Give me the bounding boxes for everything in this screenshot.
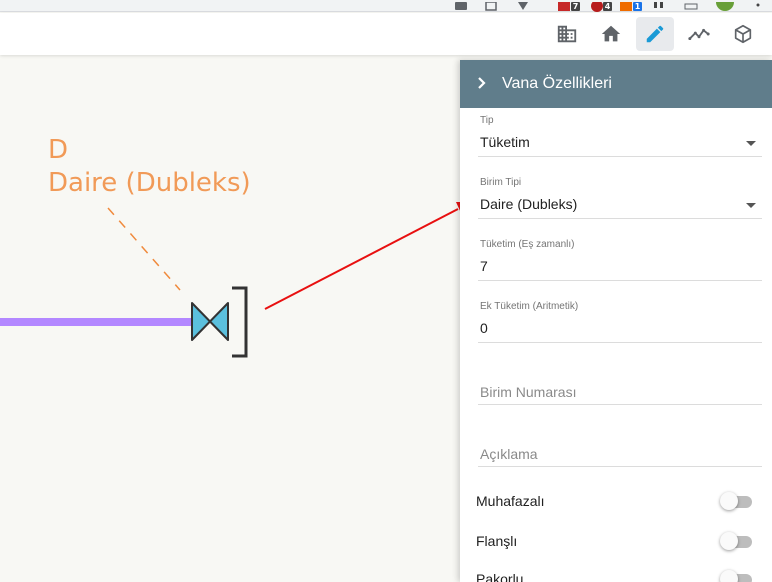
birim-tipi-value: Daire (Dubleks) [480,196,578,212]
chevron-right-icon[interactable] [474,75,490,91]
bookmark-star-icon[interactable] [516,0,530,11]
extension-1-badge: 7 [571,2,580,11]
chevron-down-icon [746,203,756,208]
line-chart-icon [688,28,710,41]
home-icon [601,25,621,42]
window-icon[interactable] [484,0,498,11]
pakorlu-toggle[interactable] [720,570,754,582]
extension-2-icon[interactable]: 4 [590,0,612,12]
profile-avatar[interactable] [716,0,734,11]
tuketim-field[interactable]: Tüketim (Eş zamanlı) 7 [478,234,762,281]
birim-numarasi-field[interactable]: Birim Numarası [478,370,762,405]
label-unit-name: Daire (Dubleks) [48,168,251,198]
aciklama-field[interactable]: Açıklama [478,432,762,467]
extension-3-icon[interactable]: 1 [620,0,642,11]
extension-3-badge: 1 [633,2,642,11]
aciklama-placeholder: Açıklama [480,446,538,462]
pakorlu-row: Pakorlu [476,568,762,582]
tuketim-value: 7 [480,258,488,274]
printer-icon[interactable] [454,0,468,11]
flansli-toggle[interactable] [720,532,754,550]
home-button[interactable] [592,17,630,51]
tip-select[interactable]: Tip Tüketim [478,110,762,157]
panel-header: Vana Özellikleri [460,60,772,108]
label-code: D [48,135,69,165]
muhafazali-label: Muhafazalı [476,493,545,509]
valve-symbol[interactable] [191,286,248,358]
muhafazali-row: Muhafazalı [476,490,762,514]
ek-tuketim-value: 0 [480,320,488,336]
building-icon [557,25,577,43]
label-leader-line [107,207,181,291]
tuketim-label: Tüketim (Eş zamanlı) [480,239,575,250]
tip-label: Tip [480,115,494,126]
muhafazali-toggle[interactable] [720,492,754,510]
pencil-icon [646,25,664,43]
chevron-down-icon [746,141,756,146]
tip-value: Tüketim [480,134,530,150]
puzzle-icon[interactable] [652,0,666,11]
extension-2-badge: 4 [603,2,612,11]
valve-properties-panel: Vana Özellikleri Tip Tüketim Birim Tipi … [460,60,772,582]
app-toolbar [0,13,772,55]
pakorlu-label: Pakorlu [476,571,524,582]
browser-menu-icon[interactable] [754,0,762,11]
browser-extension-bar: 7 4 1 [0,0,772,12]
pointer-arrow [264,202,470,310]
birim-tipi-label: Birim Tipi [480,177,522,188]
flansli-label: Flanşlı [476,533,518,549]
panel-title: Vana Özellikleri [502,75,612,92]
ek-tuketim-field[interactable]: Ek Tüketim (Aritmetik) 0 [478,296,762,343]
building-button[interactable] [548,17,586,51]
ek-tuketim-label: Ek Tüketim (Aritmetik) [480,301,579,312]
flansli-row: Flanşlı [476,530,762,554]
birim-numarasi-placeholder: Birim Numarası [480,384,577,400]
birim-tipi-select[interactable]: Birim Tipi Daire (Dubleks) [478,172,762,219]
media-icon[interactable] [684,0,700,11]
3d-view-button[interactable] [724,17,762,51]
edit-button[interactable] [636,17,674,51]
chart-button[interactable] [680,17,718,51]
extension-1-icon[interactable]: 7 [558,0,580,11]
cube-icon [734,24,752,44]
